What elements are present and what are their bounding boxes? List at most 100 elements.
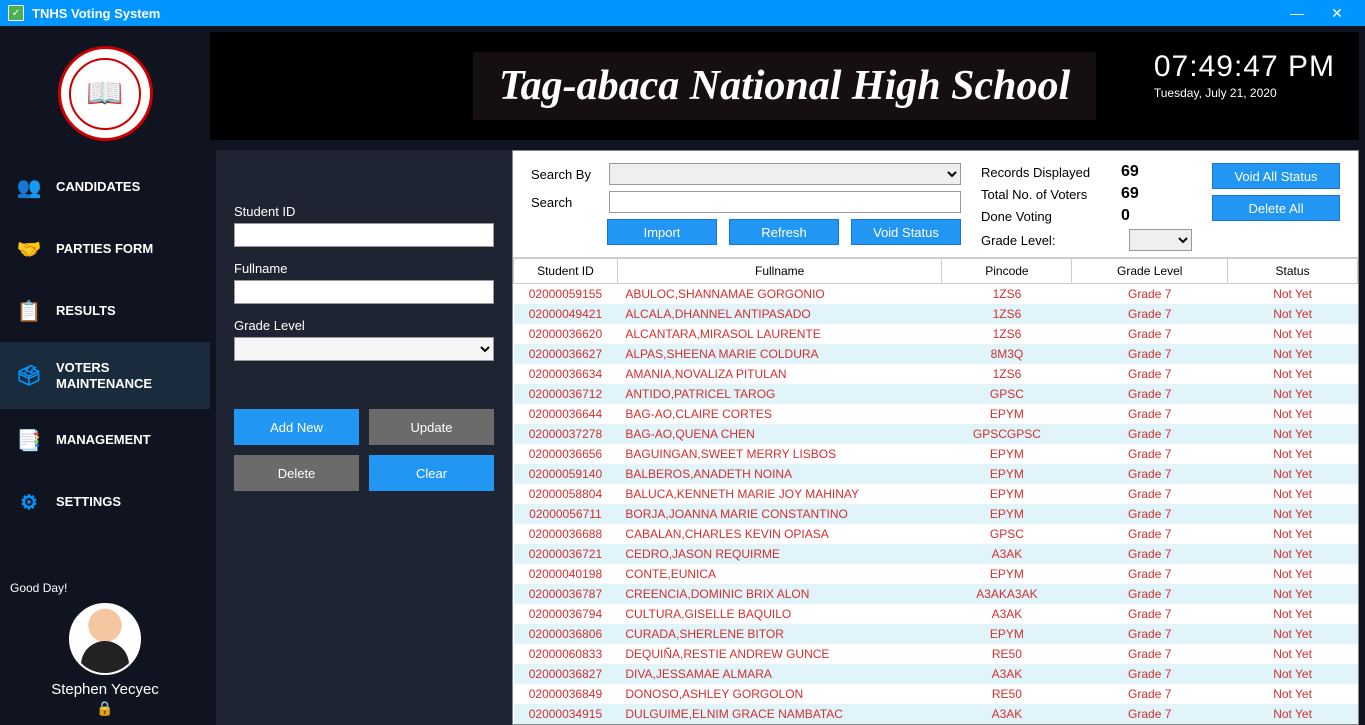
- table-row[interactable]: 02000036634AMANIA,NOVALIZA PITULAN1ZS6Gr…: [514, 364, 1358, 384]
- table-cell: 1ZS6: [942, 364, 1072, 384]
- lock-icon[interactable]: 🔒: [10, 700, 200, 717]
- table-row[interactable]: 02000036827DIVA,JESSAMAE ALMARAA3AKGrade…: [514, 664, 1358, 684]
- table-cell: BORJA,JOANNA MARIE CONSTANTINO: [617, 504, 942, 524]
- table-cell: Grade 7: [1072, 644, 1228, 664]
- nav-management[interactable]: 📑 MANAGEMENT: [0, 409, 210, 471]
- table-cell: Not Yet: [1228, 644, 1358, 664]
- table-cell: 02000036627: [514, 344, 618, 364]
- table-cell: Not Yet: [1228, 524, 1358, 544]
- table-cell: CEDRO,JASON REQUIRME: [617, 544, 942, 564]
- table-row[interactable]: 02000036787CREENCIA,DOMINIC BRIX ALONA3A…: [514, 584, 1358, 604]
- table-row[interactable]: 02000036794CULTURA,GISELLE BAQUILOA3AKGr…: [514, 604, 1358, 624]
- table-row[interactable]: 02000056711BORJA,JOANNA MARIE CONSTANTIN…: [514, 504, 1358, 524]
- table-row[interactable]: 02000036712ANTIDO,PATRICEL TAROGGPSCGrad…: [514, 384, 1358, 404]
- table-row[interactable]: 02000040198CONTE,EUNICAEPYMGrade 7Not Ye…: [514, 564, 1358, 584]
- clock-time: 07:49:47 PM: [1154, 50, 1335, 84]
- username: Stephen Yecyec: [10, 681, 200, 698]
- table-cell: Grade 7: [1072, 324, 1228, 344]
- table-row[interactable]: 02000036656BAGUINGAN,SWEET MERRY LISBOSE…: [514, 444, 1358, 464]
- nav-settings[interactable]: ⚙ SETTINGS: [0, 471, 210, 533]
- app-title: TNHS Voting System: [32, 6, 160, 21]
- table-cell: CULTURA,GISELLE BAQUILO: [617, 604, 942, 624]
- column-header[interactable]: Status: [1228, 259, 1358, 284]
- table-cell: CREENCIA,DOMINIC BRIX ALON: [617, 584, 942, 604]
- delete-all-button[interactable]: Delete All: [1212, 195, 1340, 221]
- table-cell: Grade 7: [1072, 484, 1228, 504]
- minimize-button[interactable]: —: [1277, 5, 1317, 21]
- grade-level-select[interactable]: [234, 337, 494, 361]
- table-row[interactable]: 02000036849DONOSO,ASHLEY GORGOLONRE50Gra…: [514, 684, 1358, 704]
- table-row[interactable]: 02000036721CEDRO,JASON REQUIRMEA3AKGrade…: [514, 544, 1358, 564]
- student-id-input[interactable]: [234, 223, 494, 247]
- grade-level-label: Grade Level: [234, 318, 494, 333]
- table-cell: 02000060833: [514, 644, 618, 664]
- table-cell: Grade 7: [1072, 404, 1228, 424]
- column-header[interactable]: Fullname: [617, 259, 942, 284]
- sidebar-footer: Good Day! Stephen Yecyec 🔒: [0, 575, 210, 725]
- search-input[interactable]: [609, 191, 961, 213]
- table-row[interactable]: 02000036688CABALAN,CHARLES KEVIN OPIASAG…: [514, 524, 1358, 544]
- table-cell: Not Yet: [1228, 584, 1358, 604]
- column-header[interactable]: Pincode: [942, 259, 1072, 284]
- table-row[interactable]: 02000036644BAG-AO,CLAIRE CORTESEPYMGrade…: [514, 404, 1358, 424]
- table-row[interactable]: 02000058804BALUCA,KENNETH MARIE JOY MAHI…: [514, 484, 1358, 504]
- done-voting-value: 0: [1121, 207, 1161, 225]
- void-all-status-button[interactable]: Void All Status: [1212, 163, 1340, 189]
- table-cell: 02000049421: [514, 304, 618, 324]
- table-cell: Not Yet: [1228, 424, 1358, 444]
- fullname-input[interactable]: [234, 280, 494, 304]
- table-cell: CURADA,SHERLENE BITOR: [617, 624, 942, 644]
- search-by-label: Search By: [531, 167, 603, 182]
- table-row[interactable]: 02000036806CURADA,SHERLENE BITOREPYMGrad…: [514, 624, 1358, 644]
- stats-block: Records Displayed69 Total No. of Voters6…: [971, 163, 1202, 255]
- nav-results[interactable]: 📋 RESULTS: [0, 280, 210, 342]
- column-header[interactable]: Student ID: [514, 259, 618, 284]
- table-cell: Grade 7: [1072, 624, 1228, 644]
- table-row[interactable]: 02000036627ALPAS,SHEENA MARIE COLDURA8M3…: [514, 344, 1358, 364]
- table-row[interactable]: 02000049421ALCALA,DHANNEL ANTIPASADO1ZS6…: [514, 304, 1358, 324]
- nav-candidates[interactable]: 👥 CANDIDATES: [0, 156, 210, 218]
- grade-level-filter-label: Grade Level:: [981, 233, 1121, 248]
- close-button[interactable]: ✕: [1317, 5, 1357, 22]
- table-cell: Not Yet: [1228, 304, 1358, 324]
- table-cell: AMANIA,NOVALIZA PITULAN: [617, 364, 942, 384]
- table-cell: Not Yet: [1228, 384, 1358, 404]
- table-row[interactable]: 02000037278BAG-AO,QUENA CHENGPSCGPSCGrad…: [514, 424, 1358, 444]
- void-status-button[interactable]: Void Status: [851, 219, 961, 245]
- table-wrap[interactable]: Student IDFullnamePincodeGrade LevelStat…: [513, 257, 1358, 724]
- grade-level-filter-select[interactable]: [1129, 229, 1192, 251]
- nav-voters-maintenance[interactable]: 🗳 VOTERSMAINTENANCE: [0, 342, 210, 409]
- table-cell: BAG-AO,CLAIRE CORTES: [617, 404, 942, 424]
- table-cell: 02000036827: [514, 664, 618, 684]
- column-header[interactable]: Grade Level: [1072, 259, 1228, 284]
- import-button[interactable]: Import: [607, 219, 717, 245]
- table-row[interactable]: 02000036620ALCANTARA,MIRASOL LAURENTE1ZS…: [514, 324, 1358, 344]
- nav-parties-form[interactable]: 🤝 PARTIES FORM: [0, 218, 210, 280]
- table-cell: Not Yet: [1228, 564, 1358, 584]
- search-by-select[interactable]: [609, 163, 961, 185]
- table-cell: 02000040198: [514, 564, 618, 584]
- table-cell: Grade 7: [1072, 444, 1228, 464]
- delete-button[interactable]: Delete: [234, 455, 359, 491]
- table-cell: Not Yet: [1228, 464, 1358, 484]
- refresh-button[interactable]: Refresh: [729, 219, 839, 245]
- table-cell: 02000036806: [514, 624, 618, 644]
- sidebar: 👥 CANDIDATES 🤝 PARTIES FORM 📋 RESULTS 🗳 …: [0, 26, 210, 725]
- table-row[interactable]: 02000034915DULGUIME,ELNIM GRACE NAMBATAC…: [514, 704, 1358, 724]
- add-new-button[interactable]: Add New: [234, 409, 359, 445]
- table-cell: ALCALA,DHANNEL ANTIPASADO: [617, 304, 942, 324]
- table-cell: ALPAS,SHEENA MARIE COLDURA: [617, 344, 942, 364]
- table-cell: Grade 7: [1072, 364, 1228, 384]
- table-cell: Grade 7: [1072, 504, 1228, 524]
- table-row[interactable]: 02000060833DEQUIÑA,RESTIE ANDREW GUNCERE…: [514, 644, 1358, 664]
- table-cell: Not Yet: [1228, 484, 1358, 504]
- table-row[interactable]: 02000059140BALBEROS,ANADETH NOINAEPYMGra…: [514, 464, 1358, 484]
- table-cell: CONTE,EUNICA: [617, 564, 942, 584]
- settings-icon: ⚙: [16, 489, 42, 515]
- clear-button[interactable]: Clear: [369, 455, 494, 491]
- table-row[interactable]: 02000059155ABULOC,SHANNAMAE GORGONIO1ZS6…: [514, 284, 1358, 305]
- table-cell: A3AK: [942, 664, 1072, 684]
- school-name: Tag-abaca National High School: [499, 62, 1070, 110]
- app-icon: ✓: [8, 5, 24, 21]
- update-button[interactable]: Update: [369, 409, 494, 445]
